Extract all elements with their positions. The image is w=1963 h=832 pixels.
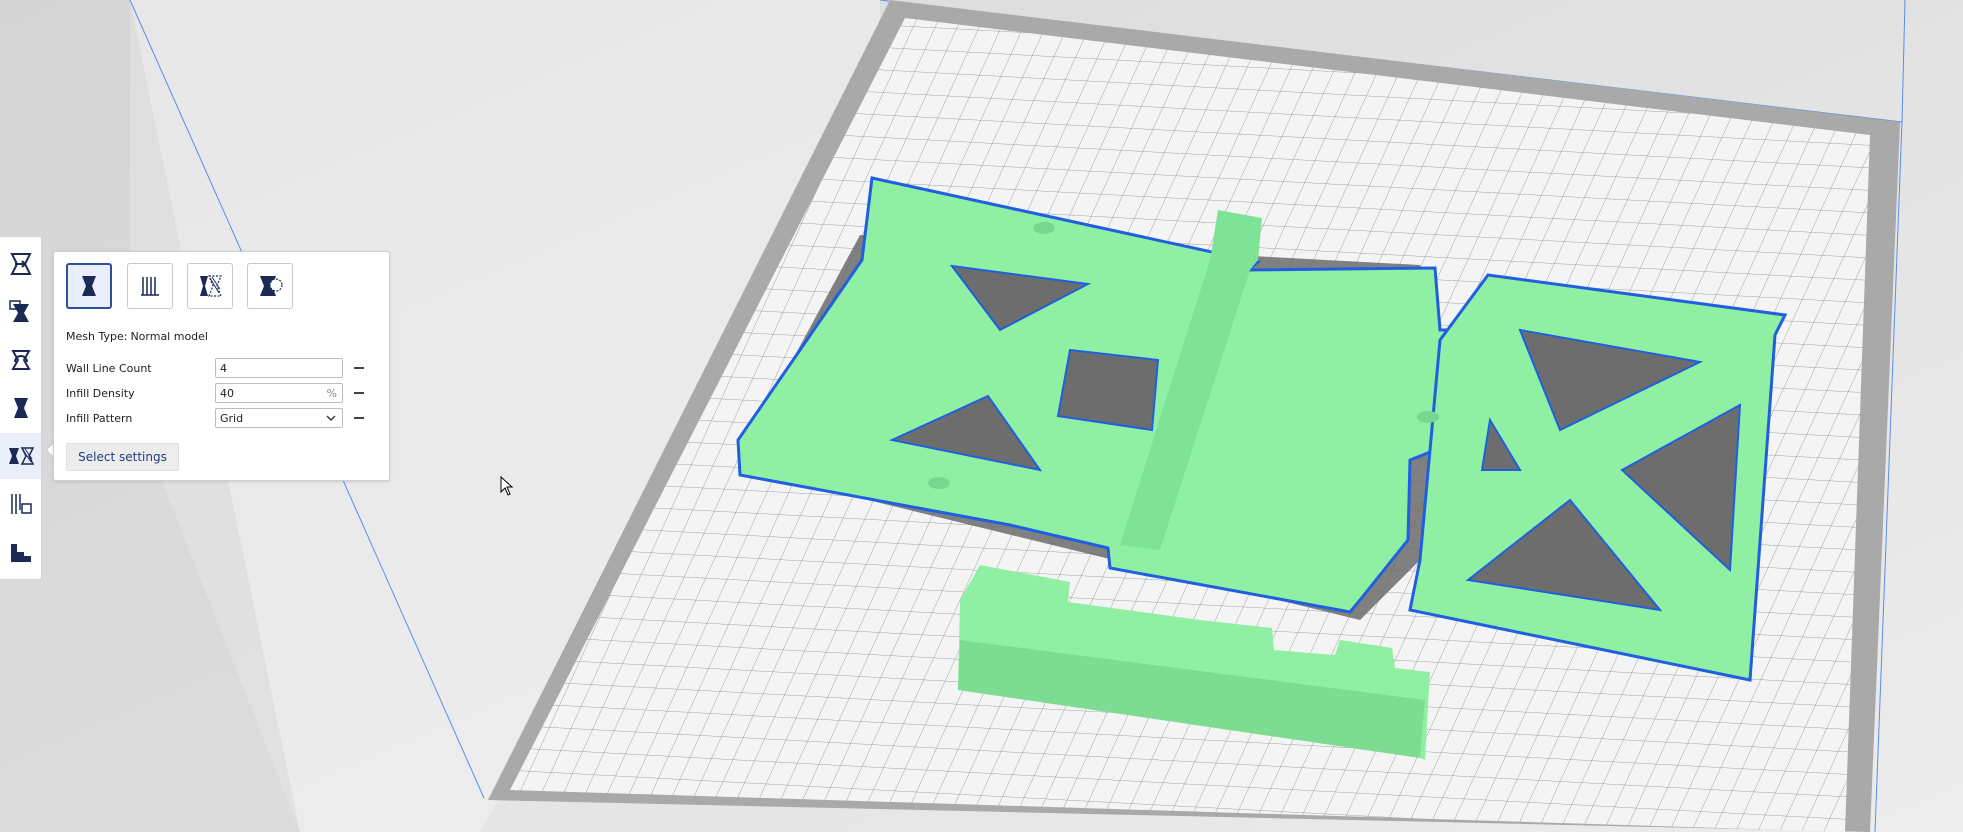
tool-toolbar [0, 236, 42, 580]
setting-row-infill-pattern: Infill Pattern Grid [66, 408, 376, 430]
setting-label: Infill Pattern [66, 412, 133, 425]
remove-setting-icon[interactable] [354, 367, 364, 369]
wall-line-count-input[interactable]: 4 [215, 358, 343, 378]
scale-tool-button[interactable] [0, 289, 41, 335]
setting-value: 40 [220, 387, 234, 400]
support-mesh-icon [141, 277, 159, 296]
move-icon [9, 253, 32, 275]
layer-icon [10, 544, 31, 562]
setting-row-infill-density: Infill Density 40% [66, 383, 376, 405]
mirror-icon [13, 398, 28, 418]
mesh-type-readout: Mesh Type: Normal model [66, 330, 208, 343]
per-model-settings-icon [8, 447, 34, 465]
cutout [1056, 348, 1160, 432]
mesh-type-anti-overhang-button[interactable] [247, 263, 293, 309]
anti-overhang-icon [260, 276, 283, 296]
hole [928, 477, 950, 489]
remove-setting-icon[interactable] [354, 392, 364, 394]
per-model-settings-tool-button[interactable] [0, 433, 41, 479]
setting-unit: % [326, 387, 337, 400]
scale-icon [8, 300, 29, 322]
setting-label: Infill Density [66, 387, 135, 400]
mirror-tool-button[interactable] [0, 385, 41, 431]
move-tool-button[interactable] [0, 241, 41, 287]
mesh-type-value: Normal model [130, 330, 208, 343]
mesh-type-normal-button[interactable] [66, 263, 112, 309]
overlap-mesh-icon [200, 275, 222, 297]
hole [1033, 222, 1055, 234]
support-blocker-tool-button[interactable] [0, 481, 41, 527]
rotate-icon [10, 350, 31, 370]
per-model-settings-panel: Mesh Type: Normal model Wall Line Count 4… [53, 251, 390, 481]
select-settings-button[interactable]: Select settings [66, 443, 179, 471]
mouse-cursor-icon [500, 476, 514, 496]
setting-label: Wall Line Count [66, 362, 152, 375]
mesh-type-overlap-button[interactable] [187, 263, 233, 309]
remove-setting-icon[interactable] [354, 417, 364, 419]
infill-pattern-select[interactable]: Grid [215, 408, 343, 428]
support-blocker-icon [10, 494, 32, 514]
normal-model-icon [82, 276, 96, 296]
chevron-down-icon [326, 415, 336, 421]
setting-value: Grid [220, 412, 244, 425]
infill-density-input[interactable]: 40% [215, 383, 343, 403]
mesh-type-label: Mesh Type: [66, 330, 128, 343]
layer-view-tool-button[interactable] [0, 529, 41, 575]
setting-row-wall-line-count: Wall Line Count 4 [66, 358, 376, 380]
mesh-type-support-button[interactable] [127, 263, 173, 309]
hole [1417, 411, 1439, 423]
rotate-tool-button[interactable] [0, 337, 41, 383]
setting-value: 4 [220, 362, 227, 375]
